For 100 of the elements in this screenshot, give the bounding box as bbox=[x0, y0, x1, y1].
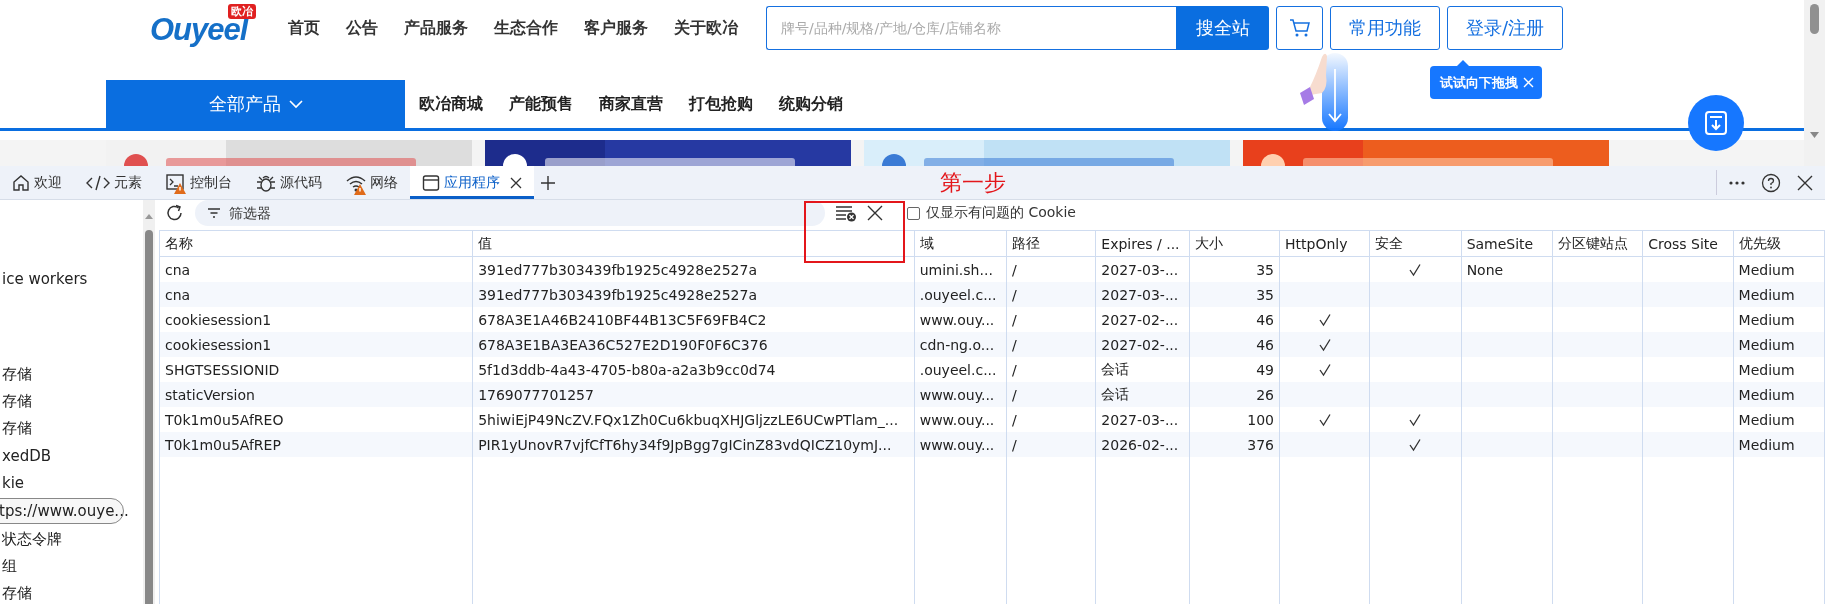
sidebar-item[interactable]: 存储 bbox=[2, 361, 143, 388]
sidebar-item[interactable]: 存储 bbox=[2, 580, 143, 604]
close-icon[interactable] bbox=[1797, 174, 1813, 191]
devtools-tab[interactable]: 欢迎 bbox=[0, 166, 74, 199]
clear-list-icon[interactable] bbox=[835, 204, 857, 222]
help-icon[interactable] bbox=[1761, 172, 1781, 193]
table-cell: Medium bbox=[1738, 361, 1795, 378]
column-header[interactable]: HttpOnly bbox=[1279, 230, 1370, 257]
table-cell: PIR1yUnovR7vjfCfT6hy34f9JpBgg7gICinZ83vdQICZ10ymJ... bbox=[478, 436, 892, 453]
column-header[interactable]: 优先级 bbox=[1733, 230, 1825, 257]
sidebar-item[interactable]: 状态令牌 bbox=[2, 526, 143, 553]
column-header[interactable]: 域 bbox=[914, 230, 1007, 257]
table-row[interactable]: staticVersion 1769077701257 www.ouy... / 会话 26 Medium bbox=[159, 382, 1825, 407]
column-header[interactable]: 分区键站点 bbox=[1552, 230, 1643, 257]
chevron-down-icon bbox=[288, 99, 303, 109]
checkbox[interactable] bbox=[907, 206, 920, 220]
table-cell: 5hiwiEjP49NcZV.FQx1Zh0Cu6kbuqXHJGljzzLE6UCwPTlam_... bbox=[478, 411, 899, 428]
table-cell: 5f1d3ddb-4a43-4705-b80a-a2a3b9cc0d74 bbox=[478, 361, 776, 378]
column-header[interactable]: 安全 bbox=[1369, 230, 1462, 257]
scrollbar[interactable] bbox=[1804, 0, 1825, 166]
nav-link[interactable]: 统购分销 bbox=[779, 93, 843, 115]
scrollbar-thumb[interactable] bbox=[1810, 4, 1819, 34]
table-cell: / bbox=[1012, 436, 1017, 453]
close-icon[interactable] bbox=[510, 176, 522, 189]
table-cell: Medium bbox=[1738, 261, 1795, 278]
sidebar-item[interactable]: 组 bbox=[2, 553, 143, 580]
table-cell: Medium bbox=[1738, 386, 1795, 403]
nav-link[interactable]: 商家直营 bbox=[599, 93, 663, 115]
scroll-down-icon[interactable] bbox=[1810, 132, 1819, 138]
table-cell: cna bbox=[165, 286, 191, 303]
sidebar-item[interactable]: 存储 bbox=[2, 415, 143, 442]
sidebar-item[interactable]: ice workers bbox=[2, 265, 143, 292]
console-icon bbox=[166, 172, 186, 193]
refresh-icon[interactable] bbox=[165, 203, 185, 223]
nav-link[interactable]: 产能预售 bbox=[509, 93, 573, 115]
nav-link[interactable]: 首页 bbox=[288, 17, 320, 39]
table-cell: www.ouy... bbox=[919, 386, 995, 403]
table-cell: 49 bbox=[1256, 361, 1274, 378]
column-header[interactable]: 路径 bbox=[1006, 230, 1096, 257]
tooltip-text: 试试向下拖拽 bbox=[1440, 73, 1518, 92]
search-button[interactable]: 搜全站 bbox=[1176, 6, 1269, 50]
table-cell: www.ouy... bbox=[919, 436, 995, 453]
header-button[interactable]: 常用功能 bbox=[1330, 6, 1440, 50]
scrollbar[interactable] bbox=[143, 200, 155, 604]
column-header[interactable]: 值 bbox=[472, 230, 915, 257]
table-row[interactable]: cna 391ed777b303439fb1925c4928e2527a .ouyeel.c... / 2027-03-... 35 Medium bbox=[159, 282, 1825, 307]
table-cell: / bbox=[1012, 411, 1017, 428]
column-header[interactable]: Cross Site bbox=[1642, 230, 1734, 257]
filter-field[interactable]: 筛选器 bbox=[195, 200, 825, 226]
nav-link[interactable]: 产品服务 bbox=[404, 17, 468, 39]
column-header[interactable]: Expires / ... bbox=[1095, 230, 1190, 257]
column-header[interactable]: 名称 bbox=[159, 230, 473, 257]
table-cell: cookiesession1 bbox=[165, 336, 272, 353]
category-button[interactable]: 全部产品 bbox=[106, 80, 405, 128]
nav-link[interactable]: 生态合作 bbox=[494, 17, 558, 39]
logo-badge: 欧冶 bbox=[228, 4, 256, 19]
table-cell: 26 bbox=[1256, 386, 1274, 403]
nav-link[interactable]: 关于欧冶 bbox=[674, 17, 738, 39]
table-row[interactable]: cookiesession1 678A3E1BA3EA36C527E2D190F0F6C376 cdn-ng.o... / 2027-02-... 46 Medium bbox=[159, 332, 1825, 357]
warning-icon bbox=[354, 183, 366, 195]
table-cell: umini.sh... bbox=[919, 261, 993, 278]
table-cell: T0k1m0u5AfREO bbox=[165, 411, 284, 428]
devtools-tab[interactable]: 控制台 bbox=[154, 166, 244, 199]
table-cell: 会话 bbox=[1101, 360, 1130, 377]
scrollbar-thumb[interactable] bbox=[145, 230, 153, 604]
close-icon[interactable] bbox=[867, 205, 883, 221]
table-cell: 391ed777b303439fb1925c4928e2527a bbox=[478, 261, 757, 278]
table-cell: 678A3E1A46B2410BF44B13C5F69FB4C2 bbox=[478, 311, 767, 328]
table-cell: cookiesession1 bbox=[165, 311, 272, 328]
table-cell: 2027-03-... bbox=[1101, 261, 1179, 278]
table-cell: 2026-02-... bbox=[1101, 436, 1179, 453]
sidebar-item[interactable]: xedDB bbox=[2, 442, 143, 469]
header-button[interactable]: 登录/注册 bbox=[1447, 6, 1564, 50]
table-cell: / bbox=[1012, 261, 1017, 278]
checkbox-label[interactable]: 仅显示有问题的 Cookie bbox=[926, 204, 1076, 222]
download-doc-icon bbox=[1704, 110, 1728, 136]
table-cell: 2027-02-... bbox=[1101, 311, 1179, 328]
sidebar-item[interactable]: kie bbox=[2, 469, 143, 496]
floating-button[interactable] bbox=[1688, 95, 1744, 151]
cart-button[interactable] bbox=[1276, 6, 1323, 50]
nav-link[interactable]: 打包抢购 bbox=[689, 93, 753, 115]
table-cell: .ouyeel.c... bbox=[919, 286, 997, 303]
devtools-tab[interactable]: 源代码 bbox=[244, 166, 334, 199]
devtools-tab[interactable]: 网络 bbox=[334, 166, 410, 199]
nav-link[interactable]: 客户服务 bbox=[584, 17, 648, 39]
sidebar-item[interactable]: 存储 bbox=[2, 388, 143, 415]
add-tab-icon[interactable] bbox=[540, 174, 556, 191]
table-cell: 2027-02-... bbox=[1101, 336, 1179, 353]
column-header[interactable]: SameSite bbox=[1461, 230, 1553, 257]
nav-link[interactable]: 欧冶商城 bbox=[419, 93, 483, 115]
nav-link[interactable]: 公告 bbox=[346, 17, 378, 39]
column-header[interactable]: 大小 bbox=[1189, 230, 1280, 257]
table-cell: 678A3E1BA3EA36C527E2D190F0F6C376 bbox=[478, 336, 768, 353]
search-field[interactable]: 牌号/品种/规格/产地/仓库/店铺名称 bbox=[766, 6, 1176, 50]
table-cell: 35 bbox=[1256, 286, 1274, 303]
devtools-tab[interactable]: 元素 bbox=[74, 166, 154, 199]
table-row[interactable]: T0k1m0u5AfREP PIR1yUnovR7vjfCfT6hy34f9JpBgg7gICinZ83vdQICZ10ymJ... www.ouy... / 2026-02-... 376 Medium bbox=[159, 432, 1825, 457]
table-cell: 2027-03-... bbox=[1101, 286, 1179, 303]
table-cell: / bbox=[1012, 386, 1017, 403]
more-icon[interactable] bbox=[1729, 180, 1745, 185]
